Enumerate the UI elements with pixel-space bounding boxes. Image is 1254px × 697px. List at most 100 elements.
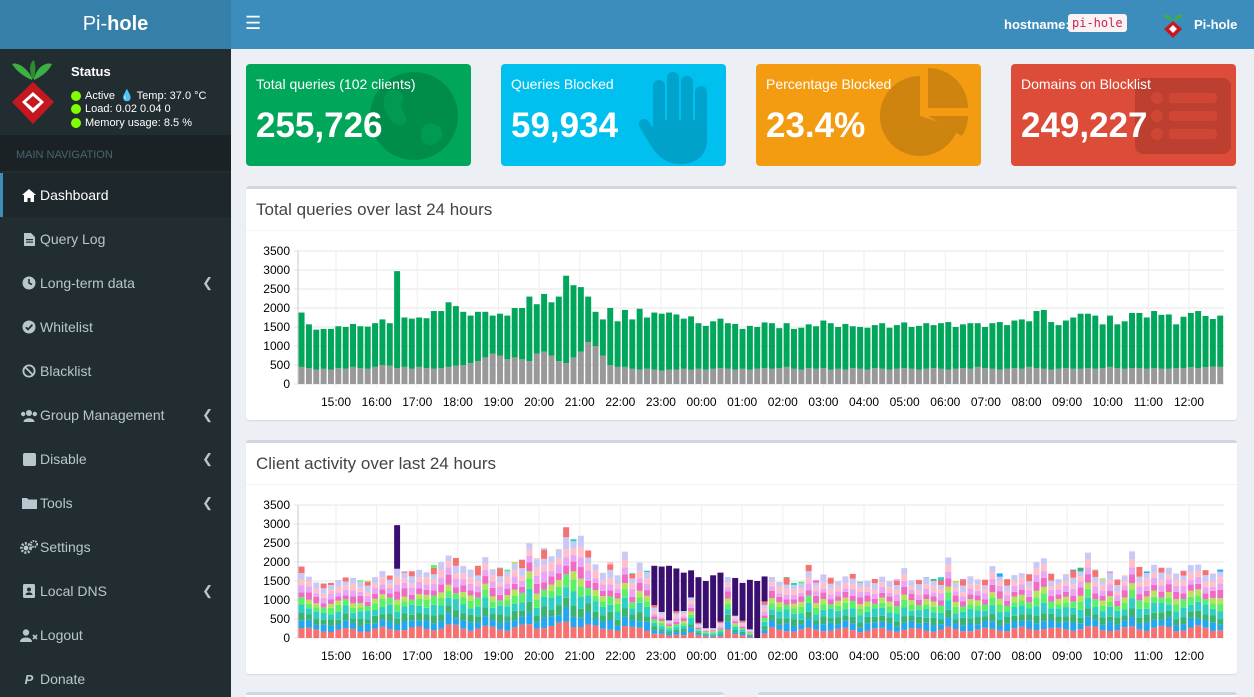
bar-segment[interactable] [1033, 630, 1040, 638]
bar-segment[interactable] [445, 613, 452, 625]
bar-segment[interactable] [342, 581, 349, 586]
bar-segment[interactable] [1217, 619, 1224, 625]
bar-segment[interactable] [790, 608, 797, 614]
bar-segment[interactable] [1143, 614, 1150, 623]
bar-segment[interactable] [805, 611, 812, 620]
bar-segment[interactable] [974, 323, 981, 367]
bar-segment[interactable] [893, 579, 900, 582]
bar-segment[interactable] [423, 589, 430, 595]
bar-segment[interactable] [974, 617, 981, 625]
bar-segment[interactable] [372, 593, 379, 599]
bar-segment[interactable] [305, 619, 312, 628]
bar-segment[interactable] [849, 368, 856, 384]
bar-segment[interactable] [1209, 630, 1216, 638]
bar-segment[interactable] [629, 574, 636, 579]
bar-segment[interactable] [1165, 604, 1172, 611]
bar-segment[interactable] [1209, 622, 1216, 631]
bar-segment[interactable] [886, 601, 893, 607]
bar-segment[interactable] [526, 612, 533, 625]
bar-segment[interactable] [871, 622, 878, 629]
bar-segment[interactable] [658, 618, 665, 621]
bar-segment[interactable] [688, 600, 695, 605]
bar-segment[interactable] [327, 585, 334, 590]
bar-segment[interactable] [989, 614, 996, 622]
bar-segment[interactable] [857, 327, 864, 369]
bar-segment[interactable] [658, 313, 665, 371]
bar-segment[interactable] [710, 575, 717, 629]
bar-segment[interactable] [379, 619, 386, 627]
bar-segment[interactable] [1114, 585, 1121, 592]
bar-segment[interactable] [460, 613, 467, 621]
bar-segment[interactable] [717, 318, 724, 369]
bar-segment[interactable] [445, 591, 452, 598]
bar-segment[interactable] [474, 311, 481, 362]
bar-segment[interactable] [952, 327, 959, 369]
bar-segment[interactable] [548, 556, 555, 562]
bar-segment[interactable] [372, 366, 379, 384]
bar-segment[interactable] [1070, 584, 1077, 589]
bar-segment[interactable] [350, 622, 356, 629]
bar-segment[interactable] [937, 585, 944, 590]
bar-segment[interactable] [813, 624, 819, 630]
bar-segment[interactable] [1004, 616, 1011, 624]
bar-segment[interactable] [357, 326, 364, 369]
bar-segment[interactable] [1018, 594, 1025, 601]
bar-segment[interactable] [783, 623, 790, 632]
bar-segment[interactable] [474, 606, 481, 617]
bar-segment[interactable] [430, 565, 437, 568]
bar-segment[interactable] [798, 327, 805, 370]
bar-segment[interactable] [879, 597, 886, 603]
bar-segment[interactable] [438, 311, 445, 369]
bar-segment[interactable] [996, 581, 1003, 586]
bar-segment[interactable] [607, 596, 614, 605]
bar-segment[interactable] [585, 624, 592, 638]
bar-segment[interactable] [357, 603, 364, 608]
bar-segment[interactable] [908, 620, 915, 629]
bar-segment[interactable] [357, 607, 364, 612]
bar-segment[interactable] [1165, 584, 1172, 593]
bar-segment[interactable] [835, 610, 842, 618]
bar-segment[interactable] [1180, 624, 1187, 631]
bar-segment[interactable] [717, 633, 724, 635]
bar-segment[interactable] [967, 594, 974, 600]
bar-segment[interactable] [1187, 312, 1194, 368]
bar-segment[interactable] [761, 322, 768, 369]
bar-segment[interactable] [327, 328, 334, 370]
bar-segment[interactable] [1195, 595, 1202, 602]
bar-segment[interactable] [1004, 605, 1011, 612]
bar-segment[interactable] [864, 623, 871, 631]
bar-segment[interactable] [614, 588, 621, 593]
bar-segment[interactable] [901, 586, 908, 595]
bar-segment[interactable] [592, 311, 599, 346]
bar-segment[interactable] [1077, 567, 1084, 572]
bar-segment[interactable] [893, 626, 900, 632]
bar-segment[interactable] [357, 618, 364, 626]
bar-segment[interactable] [820, 624, 827, 632]
bar-segment[interactable] [298, 572, 305, 580]
bar-segment[interactable] [1048, 596, 1055, 602]
bar-segment[interactable] [658, 566, 665, 613]
bar-segment[interactable] [504, 621, 511, 631]
bar-segment[interactable] [761, 576, 768, 602]
bar-segment[interactable] [783, 577, 790, 585]
bar-segment[interactable] [497, 594, 503, 601]
bar-segment[interactable] [945, 557, 952, 565]
bar-segment[interactable] [673, 369, 680, 384]
bar-segment[interactable] [1048, 613, 1055, 620]
bar-segment[interactable] [798, 596, 805, 602]
bar-segment[interactable] [364, 623, 371, 632]
bar-segment[interactable] [577, 287, 584, 352]
bar-segment[interactable] [1107, 571, 1113, 573]
bar-segment[interactable] [460, 591, 467, 598]
bar-segment[interactable] [1018, 620, 1025, 627]
bar-segment[interactable] [1158, 314, 1165, 369]
bar-segment[interactable] [724, 583, 731, 588]
bar-segment[interactable] [519, 616, 526, 625]
bar-segment[interactable] [960, 625, 966, 632]
bar-segment[interactable] [504, 616, 511, 622]
bar-segment[interactable] [438, 584, 445, 593]
bar-segment[interactable] [724, 629, 731, 638]
bar-segment[interactable] [798, 369, 805, 384]
bar-segment[interactable] [761, 618, 768, 622]
bar-segment[interactable] [1011, 591, 1018, 597]
